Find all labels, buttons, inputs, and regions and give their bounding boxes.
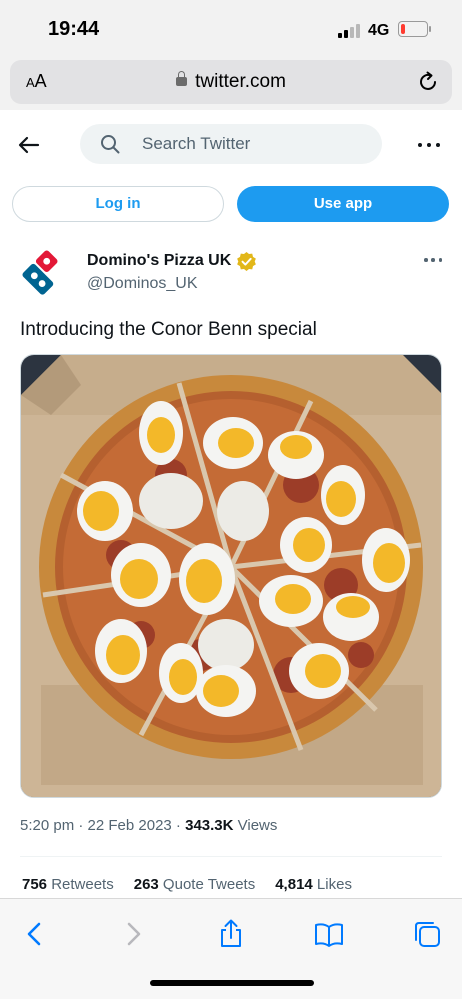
views-count: 343.3K <box>185 817 234 834</box>
home-indicator <box>150 980 314 986</box>
reload-icon[interactable] <box>416 70 440 94</box>
magnifier-icon <box>101 135 120 154</box>
author-handle[interactable]: @Dominos_UK <box>87 275 198 293</box>
verified-badge-icon <box>237 251 256 272</box>
retweets-stat[interactable]: 756 Retweets <box>22 876 114 893</box>
forward-icon[interactable] <box>118 919 148 949</box>
status-bar: 19:44 4G <box>0 0 462 56</box>
login-button[interactable]: Log in <box>12 186 224 222</box>
url-display[interactable]: twitter.com <box>10 71 452 93</box>
arrow-left-icon[interactable] <box>18 134 40 156</box>
url-text: twitter.com <box>195 71 286 92</box>
network-type: 4G <box>368 22 390 39</box>
share-icon[interactable] <box>216 919 246 949</box>
use-app-button[interactable]: Use app <box>237 186 449 222</box>
status-time: 19:44 <box>48 18 100 40</box>
tweet-timestamp[interactable]: 5:20 pm · 22 Feb 2023 · 343.3K Views <box>20 817 277 834</box>
tabs-icon[interactable] <box>412 919 442 949</box>
tweet-stats: 756 Retweets 263 Quote Tweets 4,814 Like… <box>22 876 352 893</box>
back-icon[interactable] <box>20 919 50 949</box>
book-icon[interactable] <box>314 919 344 949</box>
dominos-logo-avatar[interactable] <box>20 248 72 300</box>
likes-stat[interactable]: 4,814 Likes <box>275 876 352 893</box>
lock-icon <box>176 71 188 86</box>
search-placeholder: Search Twitter <box>142 134 251 153</box>
tweet-text: Introducing the Conor Benn special <box>20 319 317 340</box>
ellipsis-icon[interactable] <box>418 134 440 156</box>
signal-strength-icon <box>338 24 360 38</box>
quote-tweets-stat[interactable]: 263 Quote Tweets <box>134 876 255 893</box>
battery-level <box>401 24 405 34</box>
search-input[interactable]: Search Twitter <box>80 124 382 164</box>
tweet-photo[interactable] <box>20 354 442 798</box>
battery-icon <box>398 21 431 37</box>
address-bar[interactable]: AA twitter.com <box>10 60 452 104</box>
tweet-options-icon[interactable] <box>424 258 442 264</box>
divider <box>20 856 442 857</box>
author-name[interactable]: Domino's Pizza UK <box>87 252 231 270</box>
twitter-header: Search Twitter <box>0 114 462 176</box>
browser-address-area: AA twitter.com <box>0 56 462 110</box>
